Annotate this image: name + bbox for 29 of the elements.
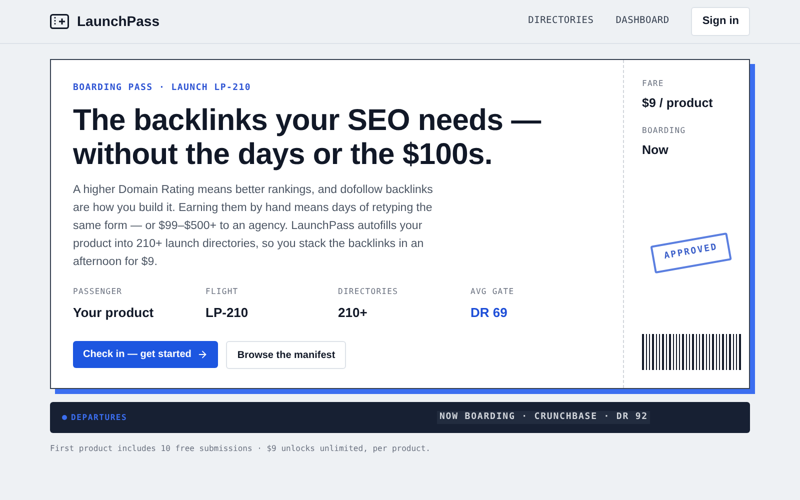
field-label: FLIGHT: [206, 286, 240, 298]
check-in-button[interactable]: Check in — get started: [73, 341, 218, 368]
eyebrow-label: BOARDING PASS · LAUNCH LP-210: [73, 82, 252, 95]
barcode-icon: [642, 334, 741, 370]
ticker-text: NOW BOARDING · CRUNCHBASE · DR 92: [437, 410, 650, 424]
status-dot-icon: [62, 415, 67, 420]
headline: The backlinks your SEO needs — without the days or the $100s.: [73, 104, 542, 172]
field-value: 210+: [338, 304, 368, 322]
arrow-right-icon: [197, 349, 208, 360]
field-label: BOARDING: [642, 124, 687, 137]
ticket-icon: [50, 14, 69, 29]
field-label: FARE: [642, 78, 665, 90]
sign-in-button[interactable]: Sign in: [691, 7, 750, 36]
browse-manifest-button[interactable]: Browse the manifest: [226, 341, 346, 369]
field-value: Now: [642, 142, 670, 159]
nav-link[interactable]: DIRECTORIES: [528, 14, 594, 29]
field-label: DIRECTORIES: [338, 286, 400, 298]
nav-link[interactable]: DASHBOARD: [616, 14, 670, 29]
field-value: $9 / product: [642, 95, 714, 112]
field-value: Your product: [73, 304, 155, 322]
footnote: First product includes 10 free submissions · $9 unlocks unlimited, per product.: [50, 443, 432, 455]
description: A higher Domain Rating means better rankings, and dofollow backlinks are how you build it. Earning them by hand means days of retyping the same form — or $99–$500+ to an agency. LaunchPass autofills your product into 210+ launch directories, so you stack the backlinks in an afternoon for $9.: [73, 182, 434, 270]
field-label: AVG GATE: [470, 286, 516, 298]
field-value: DR 69: [470, 304, 508, 322]
field-value: LP-210: [206, 304, 250, 322]
field-label: PASSENGER: [73, 286, 124, 298]
departures-label: DEPARTURES: [71, 412, 128, 424]
approved-stamp: APPROVED: [650, 232, 732, 274]
brand-name[interactable]: LaunchPass: [77, 11, 160, 32]
